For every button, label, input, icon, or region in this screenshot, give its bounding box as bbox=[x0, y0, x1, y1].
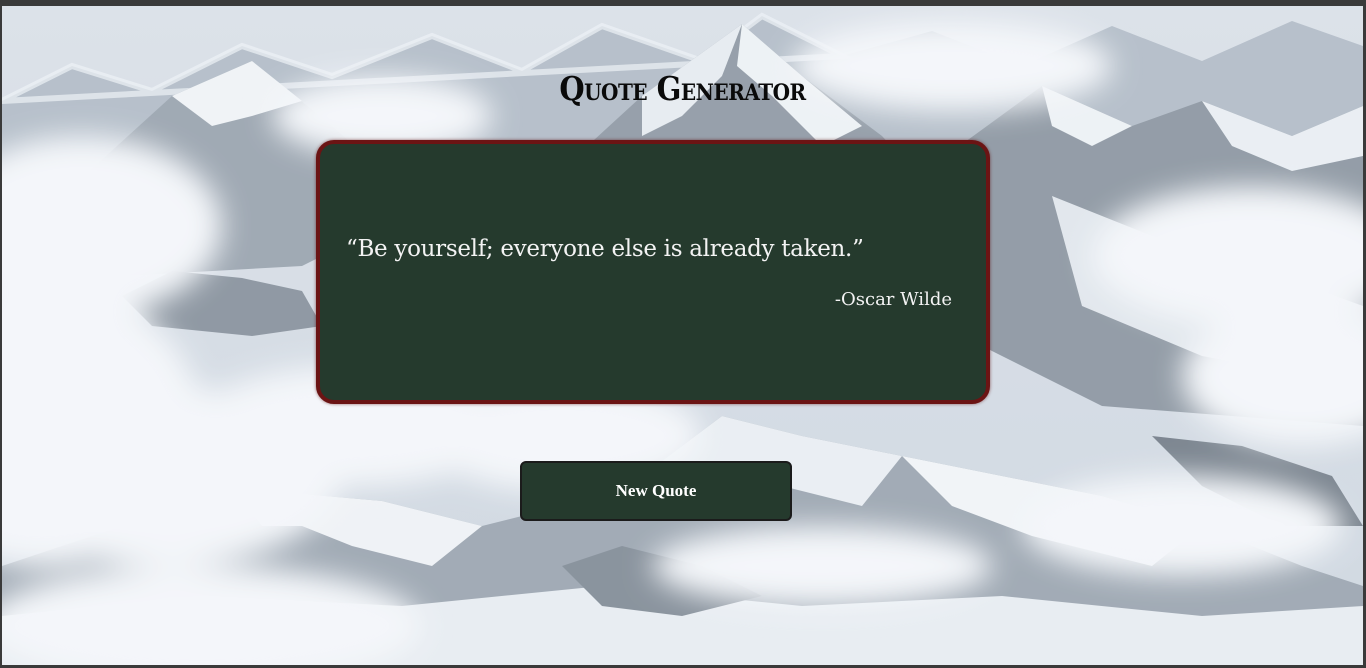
quote-author: -Oscar Wilde bbox=[834, 289, 952, 310]
new-quote-button[interactable]: New Quote bbox=[520, 461, 792, 521]
page-title: Quote Generator bbox=[559, 69, 806, 109]
quote-text: “Be yourself; everyone else is already t… bbox=[346, 236, 864, 262]
app-viewport: Quote Generator “Be yourself; everyone e… bbox=[2, 6, 1363, 665]
quote-card: “Be yourself; everyone else is already t… bbox=[316, 140, 990, 404]
